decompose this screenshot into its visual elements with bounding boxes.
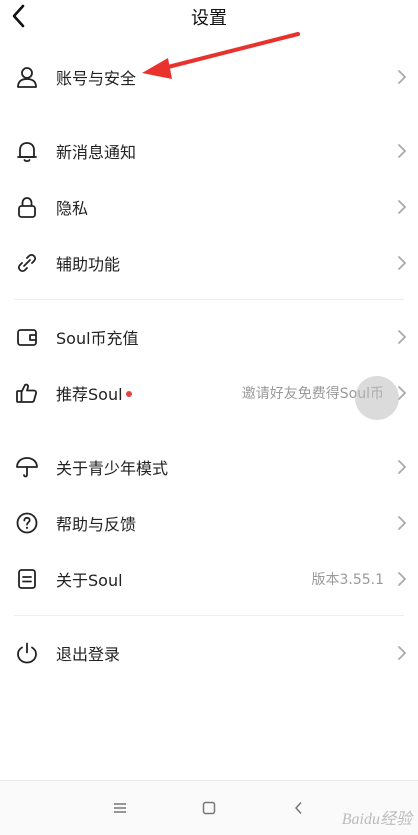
chevron-right-icon: [398, 200, 406, 214]
privacy-label: 隐私: [56, 199, 89, 218]
red-dot-badge: [125, 390, 132, 397]
notifications-label: 新消息通知: [56, 143, 137, 162]
page-title: 设置: [191, 8, 227, 29]
coin-recharge-item[interactable]: Soul币充值: [0, 311, 418, 363]
link-icon: [17, 253, 37, 273]
notifications-item[interactable]: 新消息通知: [0, 125, 418, 177]
section-divider: [14, 615, 404, 616]
top-bar: 设置: [0, 0, 418, 34]
about-soul-item[interactable]: 关于Soul 版本3.55.1: [0, 553, 418, 605]
menu-icon[interactable]: [111, 799, 129, 817]
system-navigation-bar: Baidu经验: [0, 780, 418, 835]
teen-mode-item[interactable]: 关于青少年模式: [0, 441, 418, 493]
privacy-item[interactable]: 隐私: [0, 181, 418, 233]
help-feedback-label: 帮助与反馈: [56, 515, 137, 534]
chevron-right-icon: [398, 256, 406, 270]
account-security-item[interactable]: 账号与安全: [0, 51, 418, 103]
logout-item[interactable]: 退出登录: [0, 627, 418, 679]
help-feedback-item[interactable]: 帮助与反馈: [0, 497, 418, 549]
accessibility-item[interactable]: 辅助功能: [0, 237, 418, 289]
watermark: Baidu经验: [341, 811, 412, 828]
logout-label: 退出登录: [56, 645, 121, 664]
coin-recharge-label: Soul币充值: [56, 329, 139, 348]
chevron-right-icon: [398, 460, 406, 474]
floating-assist-button[interactable]: [355, 376, 399, 420]
chevron-right-icon: [398, 144, 406, 158]
thumbs-up-icon: [16, 383, 38, 403]
section-divider: [14, 299, 404, 300]
chevron-right-icon: [398, 330, 406, 344]
account-security-label: 账号与安全: [56, 69, 137, 88]
umbrella-icon: [16, 457, 38, 478]
accessibility-label: 辅助功能: [56, 255, 121, 274]
power-icon: [17, 642, 37, 664]
bell-icon: [17, 142, 37, 163]
document-icon: [18, 569, 36, 589]
wallet-icon: [17, 329, 37, 346]
chevron-right-icon: [398, 70, 406, 84]
lock-icon: [18, 197, 36, 218]
about-soul-label: 关于Soul: [56, 571, 123, 590]
teen-mode-label: 关于青少年模式: [56, 459, 169, 478]
question-circle-icon: [16, 512, 38, 534]
chevron-right-icon: [398, 572, 406, 586]
home-icon[interactable]: [200, 799, 218, 817]
chevron-right-icon: [398, 646, 406, 660]
user-icon: [17, 67, 37, 88]
recommend-soul-label: 推荐Soul: [56, 381, 132, 405]
back-triangle-icon[interactable]: [290, 799, 308, 817]
chevron-right-icon: [398, 516, 406, 530]
version-text: 版本3.55.1: [311, 572, 384, 588]
